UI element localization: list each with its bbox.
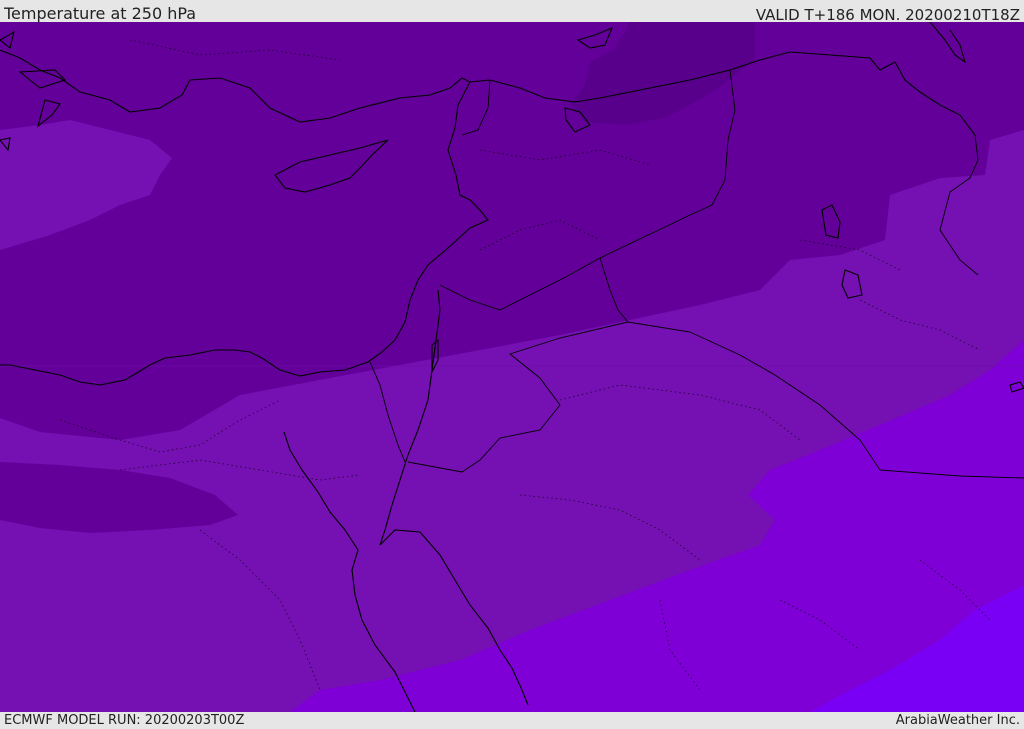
map-title: Temperature at 250 hPa — [4, 4, 197, 23]
model-run-label: ECMWF MODEL RUN: 20200203T00Z — [4, 713, 245, 728]
map-viewer: Temperature at 250 hPa VALID T+186 MON. … — [0, 0, 1024, 729]
header-bar: Temperature at 250 hPa VALID T+186 MON. … — [0, 0, 1024, 24]
credit-label: ArabiaWeather Inc. — [895, 713, 1020, 728]
valid-time: VALID T+186 MON. 20200210T18Z — [755, 6, 1020, 24]
temperature-map-svg — [0, 22, 1024, 712]
map-canvas — [0, 22, 1024, 712]
footer-bar: ECMWF MODEL RUN: 20200203T00Z ArabiaWeat… — [0, 712, 1024, 729]
